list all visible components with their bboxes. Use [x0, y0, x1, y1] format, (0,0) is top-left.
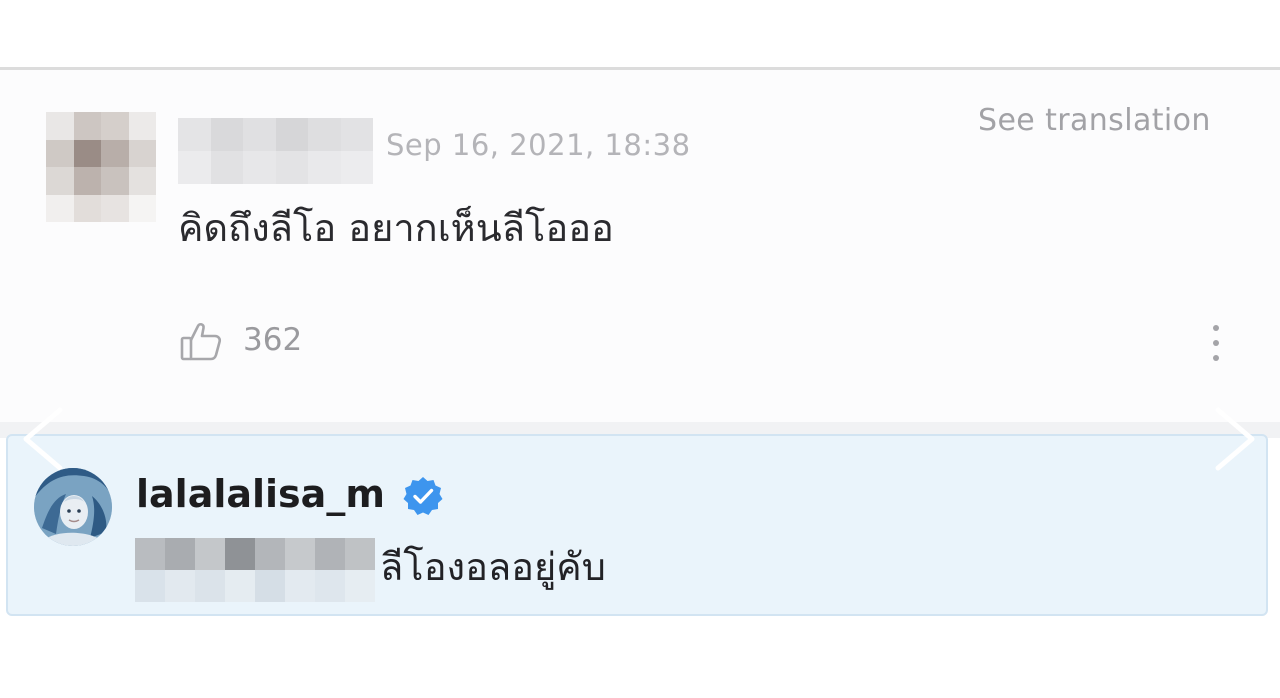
- reply-username[interactable]: lalalalisa_m: [136, 472, 385, 516]
- chevron-right-icon[interactable]: [1208, 402, 1264, 476]
- commenter-name-blurred: [178, 118, 373, 184]
- verified-badge-icon: [402, 475, 444, 517]
- mention-blurred: [135, 538, 375, 602]
- reply-text: ลีโองอลอยู่คับ: [380, 545, 606, 589]
- comment-timestamp: Sep 16, 2021, 18:38: [386, 128, 691, 162]
- bottom-area: [0, 620, 1280, 698]
- more-vertical-icon[interactable]: [1202, 320, 1230, 368]
- commenter-avatar-blurred: [46, 112, 156, 222]
- chevron-left-icon[interactable]: [14, 402, 70, 476]
- thumbs-up-icon[interactable]: [178, 318, 224, 364]
- reply-avatar[interactable]: [34, 468, 112, 546]
- see-translation-link[interactable]: See translation: [978, 103, 1211, 138]
- like-count: 362: [243, 322, 303, 358]
- comment-text: คิดถึงลีโอ อยากเห็นลีโอออ: [178, 206, 614, 250]
